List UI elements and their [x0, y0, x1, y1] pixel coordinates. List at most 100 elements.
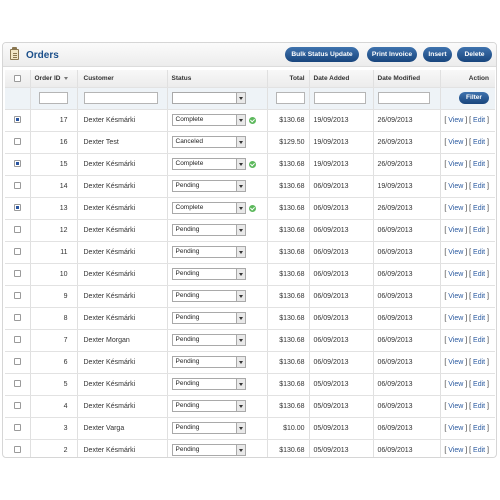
row-checkbox[interactable]	[13, 292, 21, 300]
edit-link[interactable]: Edit	[473, 271, 485, 278]
sort-down-icon[interactable]	[63, 76, 68, 80]
status-select[interactable]: Complete	[171, 202, 246, 214]
date-added-header[interactable]: Date Added	[309, 70, 374, 88]
row-checkbox[interactable]	[13, 446, 21, 454]
table-row: 7 Dexter Morgan Pending $130.68 06/09/2013 06…	[5, 329, 495, 352]
action-bracket-close: ]	[485, 292, 489, 300]
edit-link[interactable]: Edit	[473, 337, 485, 344]
row-checkbox[interactable]	[13, 424, 21, 432]
row-checkbox[interactable]	[13, 116, 21, 124]
status-select[interactable]: Pending	[171, 180, 246, 192]
date-added-cell: 06/09/2013	[309, 263, 374, 286]
date-modified-cell: 06/09/2013	[373, 329, 441, 352]
status-select[interactable]: Complete	[171, 158, 246, 170]
bulk-status-update-button[interactable]: Bulk Status Update	[285, 47, 359, 62]
date-modified-cell: 06/09/2013	[373, 307, 441, 330]
row-checkbox[interactable]	[13, 182, 21, 190]
customer-header[interactable]: Customer	[77, 70, 168, 88]
filter-total-input[interactable]	[275, 92, 305, 104]
view-link[interactable]: View	[448, 425, 463, 432]
check-circle-icon	[248, 160, 256, 168]
view-link[interactable]: View	[448, 403, 463, 410]
status-select[interactable]: Canceled	[171, 136, 246, 148]
view-link[interactable]: View	[448, 381, 463, 388]
date-added-cell: 05/09/2013	[309, 395, 374, 418]
edit-link[interactable]: Edit	[473, 183, 485, 190]
view-link[interactable]: View	[448, 183, 463, 190]
status-select[interactable]: Pending	[171, 356, 246, 368]
insert-button[interactable]: Insert	[423, 47, 452, 62]
status-select[interactable]: Complete	[171, 114, 246, 126]
edit-link[interactable]: Edit	[473, 227, 485, 234]
date-added-cell: 06/09/2013	[309, 197, 374, 220]
row-checkbox[interactable]	[13, 314, 21, 322]
status-select[interactable]: Pending	[171, 422, 246, 434]
table-row: 14 Dexter Késmárki Pending $130.68 06/09/201…	[5, 175, 495, 198]
status-select[interactable]: Pending	[171, 268, 246, 280]
view-link[interactable]: View	[448, 205, 463, 212]
row-checkbox[interactable]	[13, 226, 21, 234]
edit-link[interactable]: Edit	[473, 249, 485, 256]
row-checkbox[interactable]	[13, 336, 21, 344]
status-header[interactable]: Status	[167, 70, 268, 88]
filter-customer-input[interactable]	[83, 92, 158, 104]
select-all-checkbox[interactable]	[13, 74, 21, 82]
view-link[interactable]: View	[448, 293, 463, 300]
date-modified-cell: 06/09/2013	[373, 241, 441, 264]
row-checkbox[interactable]	[13, 270, 21, 278]
filter-button[interactable]: Filter	[459, 92, 489, 104]
row-checkbox[interactable]	[13, 402, 21, 410]
view-link[interactable]: View	[448, 249, 463, 256]
edit-link[interactable]: Edit	[473, 293, 485, 300]
edit-link[interactable]: Edit	[473, 139, 485, 146]
row-checkbox[interactable]	[13, 358, 21, 366]
date-modified-header[interactable]: Date Modified	[373, 70, 441, 88]
status-cell: Pending	[167, 175, 268, 198]
view-link[interactable]: View	[448, 161, 463, 168]
row-checkbox[interactable]	[13, 204, 21, 212]
order-id-header[interactable]: Order ID	[30, 70, 78, 88]
edit-link[interactable]: Edit	[473, 117, 485, 124]
filter-status-select[interactable]	[171, 92, 246, 104]
view-link[interactable]: View	[448, 337, 463, 344]
edit-link[interactable]: Edit	[473, 447, 485, 454]
status-select[interactable]: Pending	[171, 224, 246, 236]
view-link[interactable]: View	[448, 447, 463, 454]
print-invoice-button[interactable]: Print Invoice	[367, 47, 417, 62]
row-checkbox[interactable]	[13, 380, 21, 388]
edit-link[interactable]: Edit	[473, 315, 485, 322]
edit-link[interactable]: Edit	[473, 403, 485, 410]
order-id-cell: 2	[30, 439, 78, 457]
delete-button[interactable]: Delete	[457, 47, 492, 62]
edit-link[interactable]: Edit	[473, 425, 485, 432]
view-link[interactable]: View	[448, 227, 463, 234]
row-checkbox[interactable]	[13, 138, 21, 146]
date-modified-cell: 19/09/2013	[373, 175, 441, 198]
view-link[interactable]: View	[448, 271, 463, 278]
filter-order-id-input[interactable]	[39, 92, 68, 104]
edit-link[interactable]: Edit	[473, 205, 485, 212]
view-link[interactable]: View	[448, 117, 463, 124]
filter-date-added-input[interactable]	[313, 92, 366, 104]
status-select[interactable]: Pending	[171, 312, 246, 324]
status-select[interactable]: Pending	[171, 290, 246, 302]
edit-link[interactable]: Edit	[473, 381, 485, 388]
view-link[interactable]: View	[448, 315, 463, 322]
status-select[interactable]: Pending	[171, 444, 246, 456]
view-link[interactable]: View	[448, 359, 463, 366]
action-separator: ] [	[463, 116, 474, 124]
row-checkbox[interactable]	[13, 160, 21, 168]
status-value: Pending	[175, 358, 200, 365]
edit-link[interactable]: Edit	[473, 161, 485, 168]
action-separator: ] [	[463, 402, 474, 410]
edit-link[interactable]: Edit	[473, 359, 485, 366]
status-value: Pending	[175, 380, 200, 387]
total-header[interactable]: Total	[267, 70, 310, 88]
filter-date-modified-input[interactable]	[377, 92, 430, 104]
row-checkbox[interactable]	[13, 248, 21, 256]
status-select[interactable]: Pending	[171, 246, 246, 258]
status-select[interactable]: Pending	[171, 378, 246, 390]
status-select[interactable]: Pending	[171, 400, 246, 412]
status-select[interactable]: Pending	[171, 334, 246, 346]
view-link[interactable]: View	[448, 139, 463, 146]
